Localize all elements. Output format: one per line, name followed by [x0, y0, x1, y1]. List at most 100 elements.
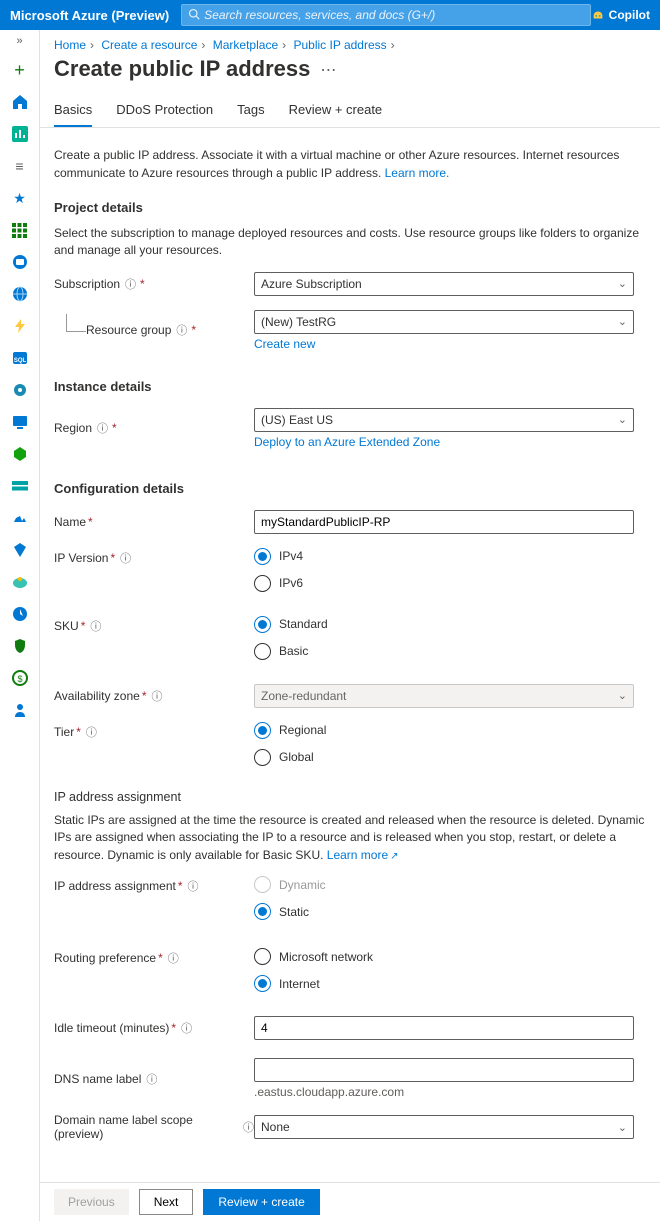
tier-label: Tier	[54, 725, 74, 739]
name-label: Name	[54, 515, 86, 529]
dashboard-icon[interactable]	[10, 124, 30, 144]
idle-input[interactable]	[254, 1016, 634, 1040]
crumb-home[interactable]: Home	[54, 38, 86, 52]
ipversion-label: IP Version	[54, 551, 108, 565]
ipv6-radio[interactable]: IPv6	[254, 575, 646, 592]
chevron-down-icon: ⌄	[618, 413, 627, 426]
info-icon[interactable]: ⓘ	[97, 420, 108, 436]
project-desc: Select the subscription to manage deploy…	[54, 225, 646, 260]
tab-basics[interactable]: Basics	[54, 92, 92, 127]
info-icon[interactable]: ⓘ	[90, 618, 101, 634]
next-button[interactable]: Next	[139, 1189, 194, 1215]
intro-text: Create a public IP address. Associate it…	[54, 146, 646, 182]
loadbalancer-icon[interactable]	[10, 444, 30, 464]
intro-body: Create a public IP address. Associate it…	[54, 148, 619, 180]
assign-static-radio[interactable]: Static	[254, 903, 646, 920]
content-panel: Home› Create a resource› Marketplace› Pu…	[40, 30, 660, 1221]
apps-icon[interactable]	[10, 220, 30, 240]
function-icon[interactable]	[10, 316, 30, 336]
info-icon[interactable]: ⓘ	[243, 1119, 254, 1135]
crumb-pip[interactable]: Public IP address	[293, 38, 386, 52]
storage-icon[interactable]	[10, 476, 30, 496]
svg-text:$: $	[17, 674, 22, 684]
info-icon[interactable]: ⓘ	[181, 1020, 192, 1036]
create-icon[interactable]: +	[10, 60, 30, 80]
subscription-select[interactable]: Azure Subscription⌄	[254, 272, 634, 296]
global-search[interactable]	[181, 4, 591, 26]
tier-global-radio[interactable]: Global	[254, 749, 646, 766]
assign-learn-link[interactable]: Learn more↗	[327, 848, 399, 862]
advisor-icon[interactable]	[10, 604, 30, 624]
info-icon[interactable]: ⓘ	[86, 724, 97, 740]
footer-bar: Previous Next Review + create	[40, 1182, 660, 1221]
cost-icon[interactable]: $	[10, 668, 30, 688]
az-select: Zone-redundant⌄	[254, 684, 634, 708]
dns-input[interactable]	[254, 1058, 634, 1082]
scope-select[interactable]: None⌄	[254, 1115, 634, 1139]
previous-button: Previous	[54, 1189, 129, 1215]
monitor-icon[interactable]	[10, 572, 30, 592]
vm-icon[interactable]	[10, 412, 30, 432]
aad-icon[interactable]	[10, 540, 30, 560]
info-icon[interactable]: ⓘ	[168, 950, 179, 966]
info-icon[interactable]: ⓘ	[120, 550, 131, 566]
tab-review[interactable]: Review + create	[289, 92, 383, 127]
crumb-marketplace[interactable]: Marketplace	[213, 38, 278, 52]
svg-text:SQL: SQL	[13, 358, 26, 364]
expand-rail-icon[interactable]: »	[10, 34, 30, 48]
search-input[interactable]	[204, 8, 584, 22]
page-title: Create public IP address	[54, 56, 310, 82]
security-icon[interactable]	[10, 636, 30, 656]
sku-standard-radio[interactable]: Standard	[254, 616, 646, 633]
top-bar: Microsoft Azure (Preview) Copilot	[0, 0, 660, 30]
form-body: Create a public IP address. Associate it…	[40, 128, 660, 1182]
create-new-link[interactable]: Create new	[254, 337, 315, 351]
sku-basic-radio[interactable]: Basic	[254, 643, 646, 660]
assign-heading: IP address assignment	[54, 790, 646, 804]
assign-dynamic-radio: Dynamic	[254, 876, 646, 893]
route-internet-radio[interactable]: Internet	[254, 975, 646, 992]
container-icon[interactable]	[10, 252, 30, 272]
network-icon[interactable]	[10, 508, 30, 528]
favorite-icon[interactable]: ★	[10, 188, 30, 208]
chevron-down-icon: ⌄	[618, 689, 627, 702]
sku-label: SKU	[54, 619, 79, 633]
crumb-create[interactable]: Create a resource	[101, 38, 197, 52]
chevron-down-icon: ⌄	[618, 277, 627, 290]
tab-tags[interactable]: Tags	[237, 92, 264, 127]
ipv4-radio[interactable]: IPv4	[254, 548, 646, 565]
info-icon[interactable]: ⓘ	[152, 688, 163, 704]
list-icon[interactable]: ≡	[10, 156, 30, 176]
info-icon[interactable]: ⓘ	[125, 276, 136, 292]
idle-label: Idle timeout (minutes)	[54, 1021, 169, 1035]
copilot-icon	[591, 8, 605, 22]
rg-label: Resource group	[86, 323, 171, 337]
route-microsoft-radio[interactable]: Microsoft network	[254, 948, 646, 965]
left-rail: » + ≡ ★ SQL $	[0, 30, 40, 1221]
info-icon[interactable]: ⓘ	[176, 322, 187, 338]
search-icon	[188, 8, 200, 23]
instance-heading: Instance details	[54, 379, 646, 394]
more-icon[interactable]: ⋯	[320, 60, 336, 80]
info-icon[interactable]: ⓘ	[188, 878, 199, 894]
home-icon[interactable]	[10, 92, 30, 112]
resource-group-select[interactable]: (New) TestRG⌄	[254, 310, 634, 334]
review-create-button[interactable]: Review + create	[203, 1189, 319, 1215]
copilot-button[interactable]: Copilot	[591, 8, 650, 22]
name-input[interactable]	[254, 510, 634, 534]
extended-zone-link[interactable]: Deploy to an Azure Extended Zone	[254, 435, 440, 449]
tier-regional-radio[interactable]: Regional	[254, 722, 646, 739]
brand-label: Microsoft Azure (Preview)	[10, 8, 169, 23]
tabs: Basics DDoS Protection Tags Review + cre…	[40, 92, 660, 128]
region-select[interactable]: (US) East US⌄	[254, 408, 634, 432]
cosmos-icon[interactable]	[10, 380, 30, 400]
sql-icon[interactable]: SQL	[10, 348, 30, 368]
scope-label: Domain name label scope (preview)	[54, 1113, 238, 1141]
intro-learn-link[interactable]: Learn more.	[385, 166, 450, 180]
dns-suffix: .eastus.cloudapp.azure.com	[254, 1085, 646, 1099]
assign-label: IP address assignment	[54, 879, 176, 893]
support-icon[interactable]	[10, 700, 30, 720]
tab-ddos[interactable]: DDoS Protection	[116, 92, 213, 127]
info-icon[interactable]: ⓘ	[146, 1071, 157, 1087]
globe-icon[interactable]	[10, 284, 30, 304]
